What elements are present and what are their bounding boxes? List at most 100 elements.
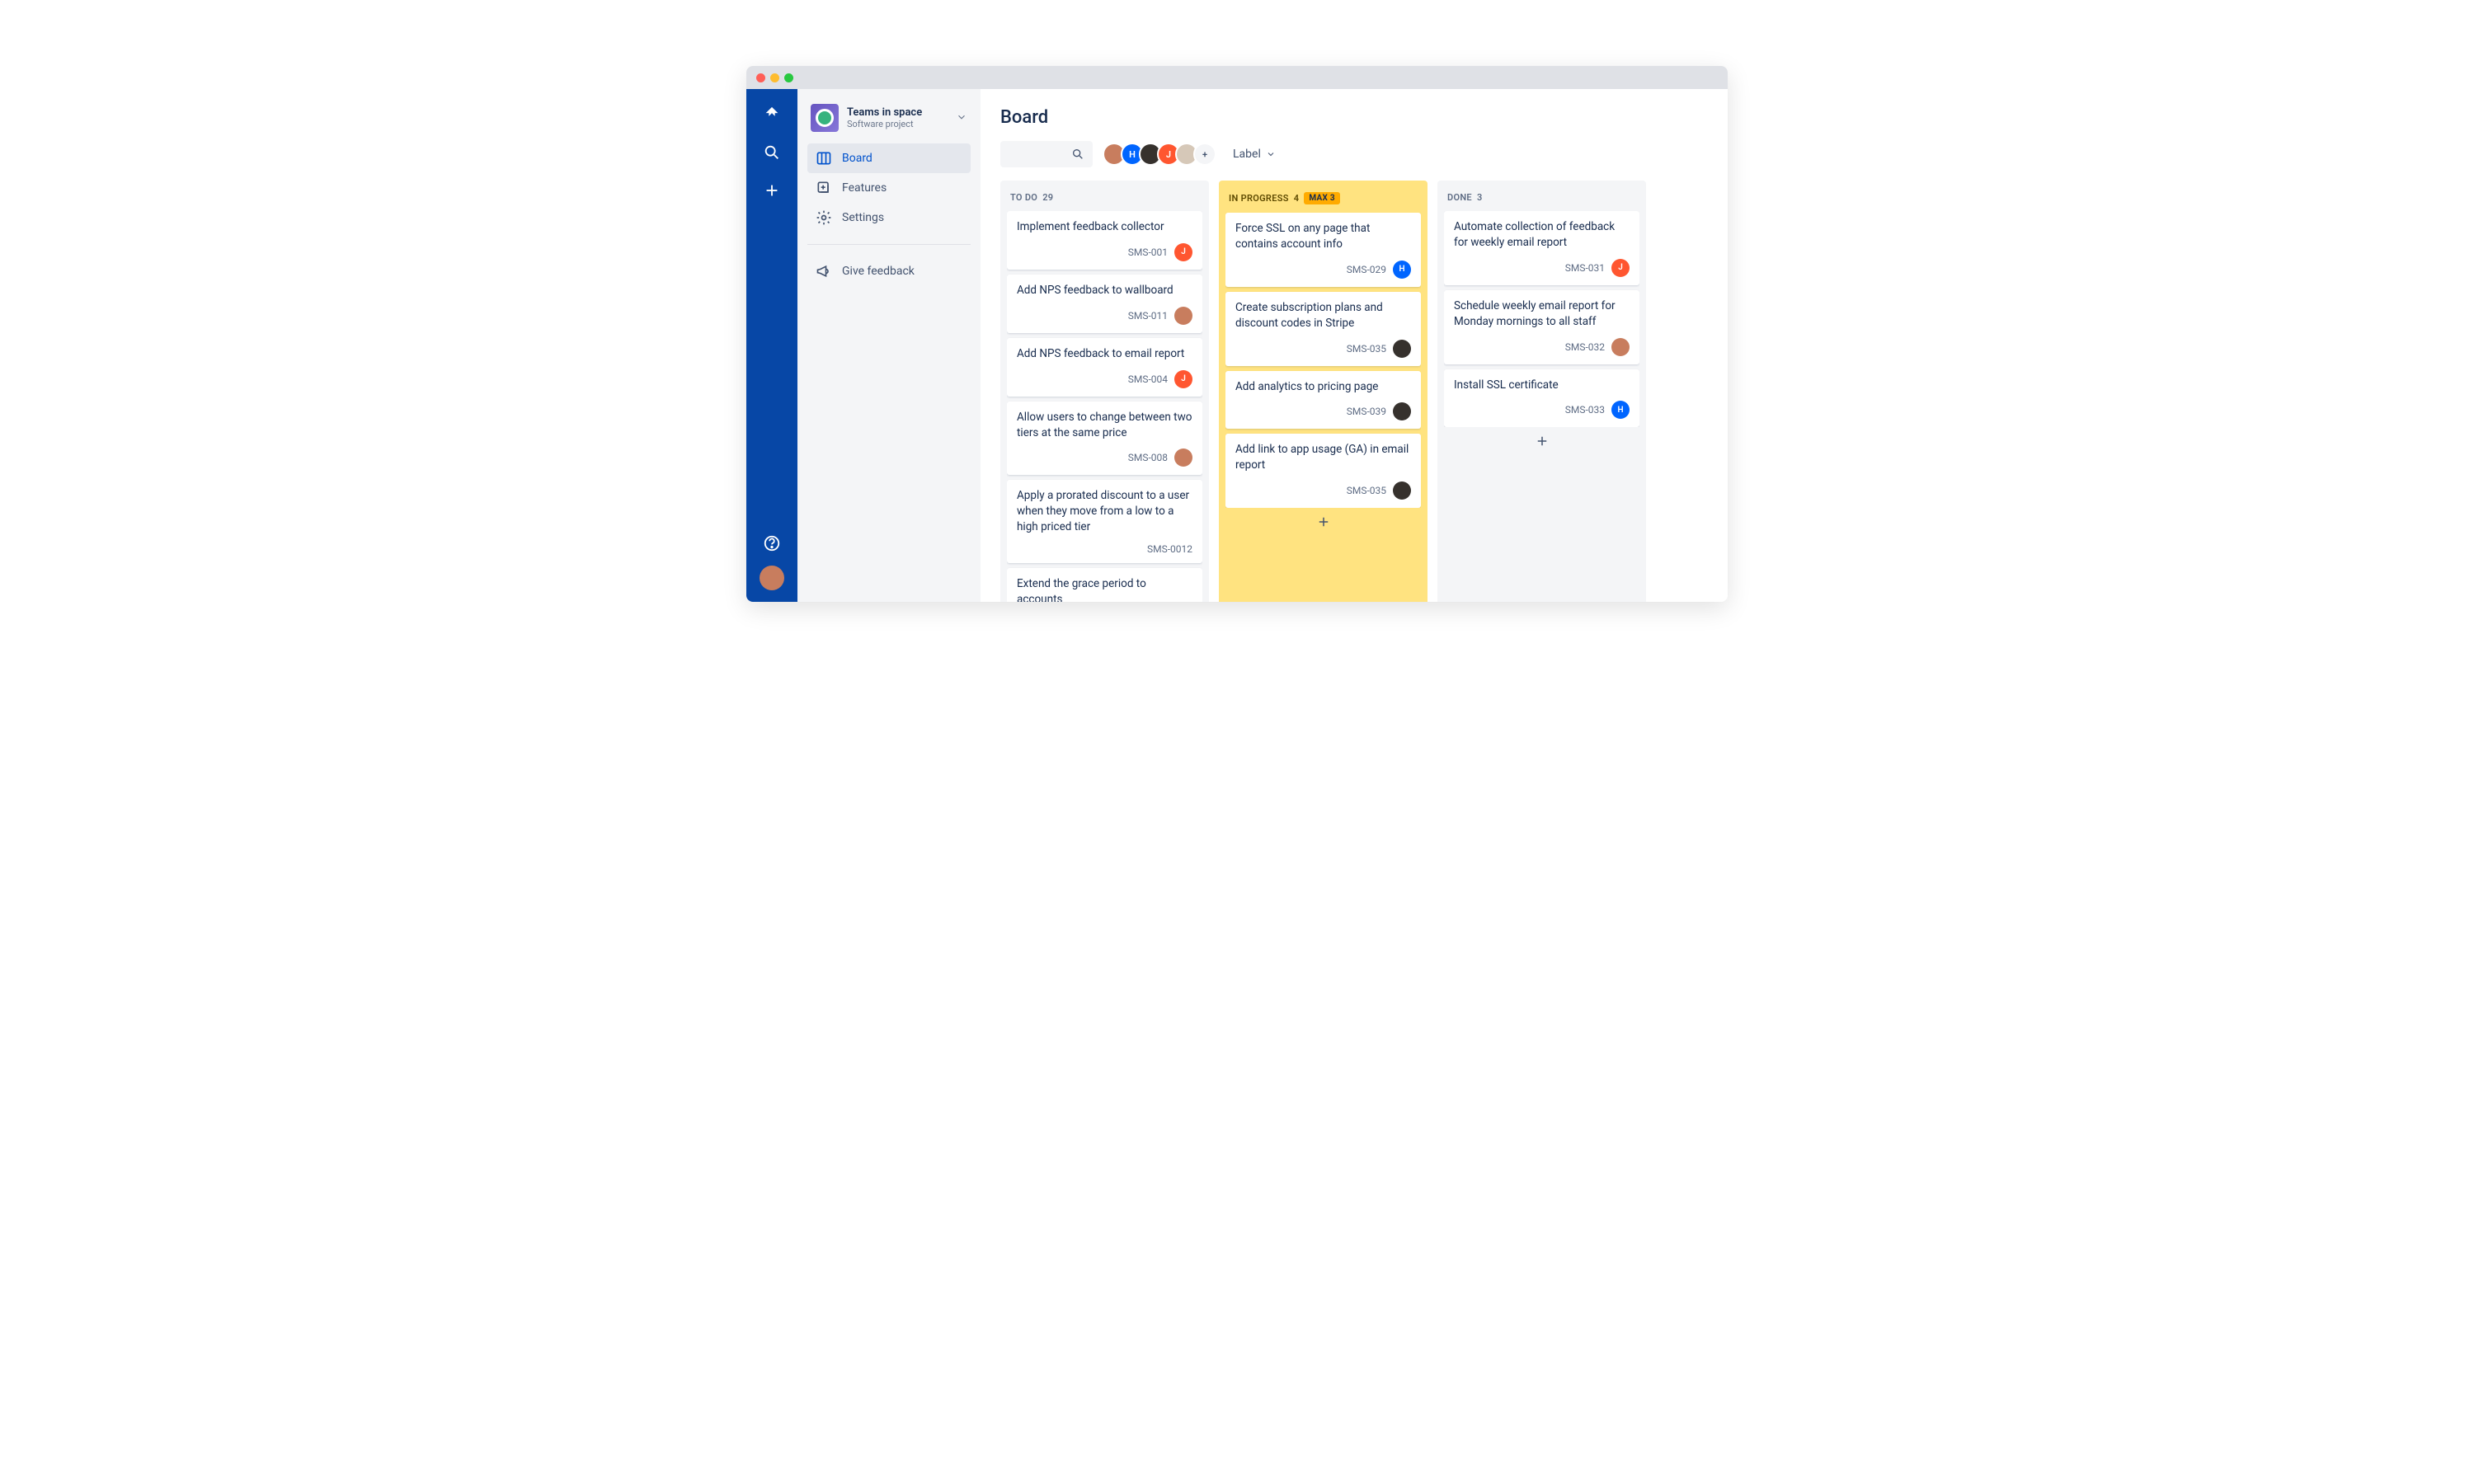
board-columns: TO DO 29 Implement feedback collector SMS-0…: [1000, 181, 1708, 602]
issue-card[interactable]: Automate collection of feedback for week…: [1444, 211, 1639, 285]
issue-key: SMS-0012: [1147, 543, 1192, 555]
nav-board[interactable]: Board: [807, 143, 971, 173]
assignee-avatar[interactable]: [1393, 402, 1411, 420]
nav-divider: [807, 244, 971, 245]
current-user-avatar[interactable]: [760, 566, 784, 590]
issue-card[interactable]: Add NPS feedback to wallboardSMS-011: [1007, 275, 1202, 333]
add-people-button[interactable]: +: [1193, 143, 1216, 166]
column-name: TO DO: [1010, 192, 1037, 203]
chevron-down-icon: [1266, 149, 1276, 159]
issue-key: SMS-008: [1128, 452, 1168, 463]
nav-settings[interactable]: Settings: [807, 203, 971, 232]
card-footer: SMS-035: [1235, 481, 1411, 500]
assignee-avatar[interactable]: [1393, 340, 1411, 358]
column-header: DONE 3: [1444, 187, 1639, 211]
column-header: IN PROGRESS 4 MAX 3: [1225, 187, 1421, 213]
assignee-avatar[interactable]: [1611, 338, 1630, 356]
column-todo: TO DO 29 Implement feedback collector SMS-0…: [1000, 181, 1209, 602]
column-done: DONE 3 Automate collection of feedback for…: [1437, 181, 1646, 602]
issue-key: SMS-029: [1347, 264, 1386, 275]
assignee-avatar[interactable]: J: [1174, 370, 1192, 388]
issue-key: SMS-033: [1565, 404, 1605, 416]
app-body: Teams in space Software project Board Fe…: [746, 89, 1728, 602]
assignee-avatar[interactable]: H: [1611, 401, 1630, 419]
card-title: Add NPS feedback to email report: [1017, 346, 1192, 362]
help-icon[interactable]: [761, 533, 783, 554]
card-title: Add link to app usage (GA) in email repo…: [1235, 442, 1411, 473]
card-title: Install SSL certificate: [1454, 378, 1630, 393]
card-title: Automate collection of feedback for week…: [1454, 219, 1630, 251]
card-title: Create subscription plans and discount c…: [1235, 300, 1411, 331]
search-input[interactable]: [1000, 141, 1093, 167]
card-title: Force SSL on any page that contains acco…: [1235, 221, 1411, 252]
card-footer: SMS-011: [1017, 307, 1192, 325]
column-count: 4: [1294, 193, 1300, 204]
column-name: IN PROGRESS: [1229, 193, 1289, 204]
project-type: Software project: [847, 119, 948, 129]
issue-card[interactable]: Force SSL on any page that contains acco…: [1225, 213, 1421, 287]
project-icon: [811, 104, 839, 132]
project-header[interactable]: Teams in space Software project: [807, 104, 971, 143]
assignee-avatar[interactable]: [1393, 481, 1411, 500]
nav-features-label: Features: [842, 181, 887, 195]
card-footer: SMS-033 H: [1454, 401, 1630, 419]
column-count: 3: [1477, 192, 1483, 203]
assignee-avatar[interactable]: H: [1393, 261, 1411, 279]
search-icon[interactable]: [761, 142, 783, 163]
card-title: Add analytics to pricing page: [1235, 379, 1411, 395]
card-list: Implement feedback collectorSMS-001JAdd …: [1007, 211, 1202, 602]
column-count: 29: [1042, 192, 1053, 203]
column-inprogress: IN PROGRESS 4 MAX 3 Force SSL on any page t…: [1219, 181, 1427, 602]
close-window-icon[interactable]: [756, 73, 765, 82]
card-list: Force SSL on any page that contains acco…: [1225, 213, 1421, 508]
gear-icon: [816, 209, 832, 226]
card-footer: SMS-029 H: [1235, 261, 1411, 279]
issue-card[interactable]: Add NPS feedback to email report SMS-004 J: [1007, 338, 1202, 397]
column-name: DONE: [1447, 192, 1472, 203]
issue-key: SMS-035: [1347, 485, 1386, 496]
card-list: Automate collection of feedback for week…: [1444, 211, 1639, 427]
card-title: Implement feedback collector: [1017, 219, 1192, 235]
card-footer: SMS-031J: [1454, 259, 1630, 277]
project-name: Teams in space: [847, 106, 948, 119]
issue-card[interactable]: Allow users to change between two tiers …: [1007, 402, 1202, 476]
assignee-avatar[interactable]: J: [1611, 259, 1630, 277]
card-footer: SMS-0012: [1017, 543, 1192, 555]
titlebar: [746, 66, 1728, 89]
nav-features[interactable]: Features: [807, 173, 971, 203]
minimize-window-icon[interactable]: [770, 73, 779, 82]
card-footer: SMS-001 J: [1017, 243, 1192, 261]
search-icon: [1071, 148, 1084, 161]
add-card-button[interactable]: [1444, 427, 1639, 450]
issue-card[interactable]: Implement feedback collector SMS-001 J: [1007, 211, 1202, 270]
board-toolbar: HJ+ Label: [1000, 141, 1708, 167]
issue-card[interactable]: Schedule weekly email report for Monday …: [1444, 290, 1639, 364]
chevron-down-icon[interactable]: [956, 110, 967, 126]
issue-card[interactable]: Install SSL certificate SMS-033 H: [1444, 369, 1639, 428]
assignee-avatar[interactable]: [1174, 307, 1192, 325]
card-footer: SMS-008: [1017, 448, 1192, 467]
project-sidebar: Teams in space Software project Board Fe…: [797, 89, 981, 602]
nav-feedback[interactable]: Give feedback: [807, 256, 971, 286]
label-filter[interactable]: Label: [1233, 148, 1276, 161]
board-icon: [816, 150, 832, 167]
add-card-button[interactable]: [1225, 508, 1421, 531]
maximize-window-icon[interactable]: [784, 73, 793, 82]
card-title: Schedule weekly email report for Monday …: [1454, 298, 1630, 330]
issue-card[interactable]: Create subscription plans and discount c…: [1225, 292, 1421, 366]
assignee-avatar[interactable]: J: [1174, 243, 1192, 261]
create-icon[interactable]: [761, 180, 783, 201]
issue-key: SMS-001: [1128, 247, 1168, 258]
assignee-avatar[interactable]: [1174, 448, 1192, 467]
app-window: Teams in space Software project Board Fe…: [746, 66, 1728, 602]
issue-card[interactable]: Extend the grace period to accounts: [1007, 568, 1202, 602]
wip-limit-badge: MAX 3: [1304, 192, 1340, 204]
issue-card[interactable]: Apply a prorated discount to a user when…: [1007, 480, 1202, 563]
issue-key: SMS-039: [1347, 406, 1386, 417]
issue-key: SMS-004: [1128, 373, 1168, 385]
card-footer: SMS-004 J: [1017, 370, 1192, 388]
issue-card[interactable]: Add analytics to pricing page SMS-039: [1225, 371, 1421, 430]
card-title: Extend the grace period to accounts: [1017, 576, 1192, 602]
jira-logo-icon[interactable]: [761, 104, 783, 125]
issue-card[interactable]: Add link to app usage (GA) in email repo…: [1225, 434, 1421, 508]
